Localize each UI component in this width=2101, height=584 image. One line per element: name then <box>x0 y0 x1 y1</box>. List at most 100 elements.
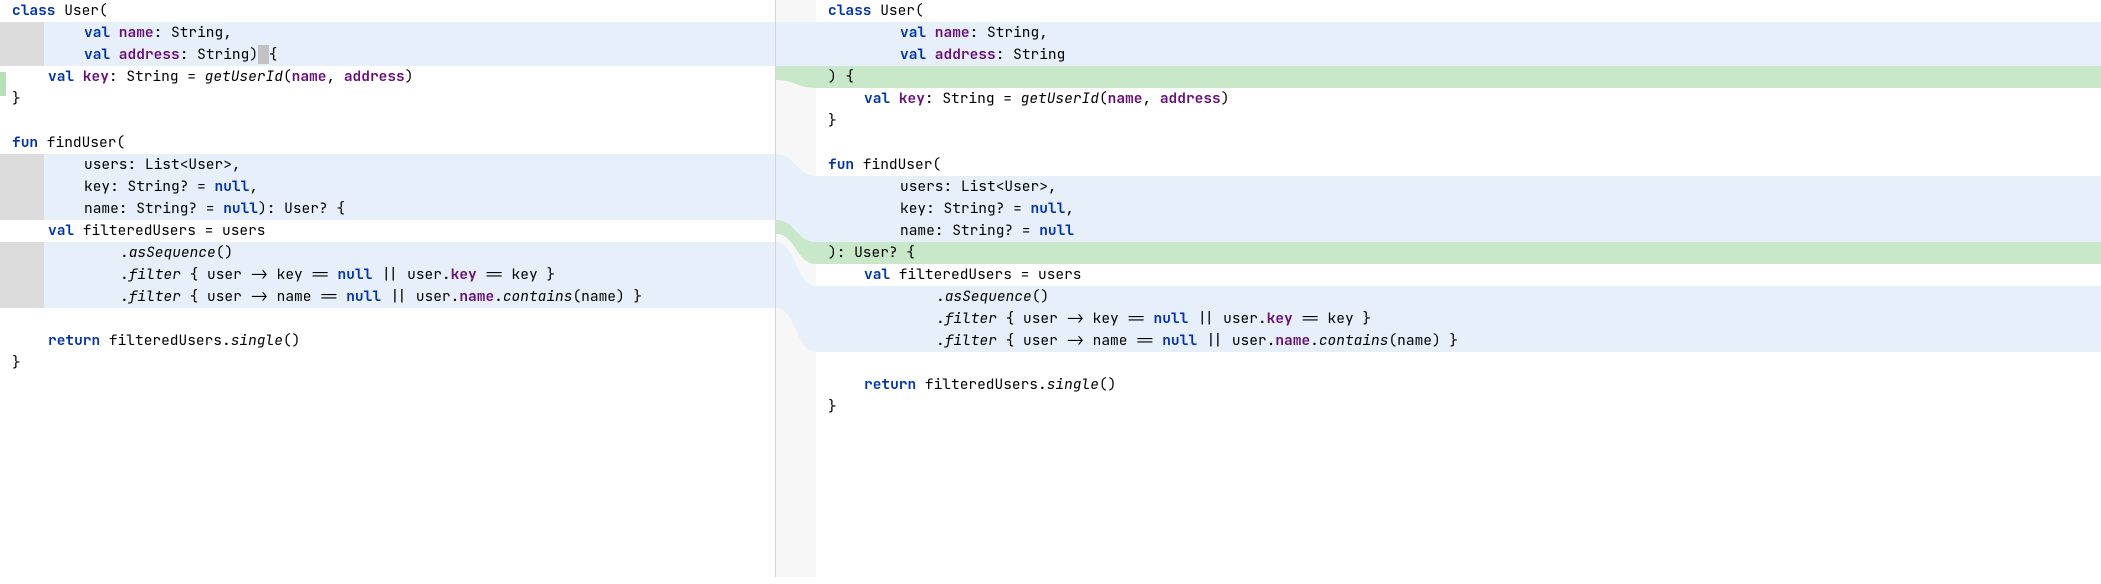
code-area-right[interactable]: class User(val name: String,val address:… <box>816 0 2101 418</box>
kw-token: null <box>1154 309 1189 328</box>
code-line[interactable] <box>0 110 775 132</box>
line-content <box>824 353 828 372</box>
code-line[interactable]: val key: String = getUserId(name, addres… <box>816 88 2101 110</box>
code-line[interactable]: .filter { user -> key == null || user.ke… <box>816 308 2101 330</box>
kw-token: return <box>864 375 916 394</box>
punc-token: { <box>181 265 207 284</box>
code-line[interactable]: .asSequence() <box>816 286 2101 308</box>
punc-token: { <box>181 287 207 306</box>
fname-token: filter <box>945 331 997 350</box>
decl-token: address <box>1160 89 1221 108</box>
code-line[interactable]: val key: String = getUserId(name, addres… <box>0 66 775 88</box>
kw-token: val <box>48 221 74 240</box>
line-content: val key: String = getUserId(name, addres… <box>8 67 413 86</box>
code-line[interactable]: class User( <box>816 0 2101 22</box>
kw-token: val <box>864 265 890 284</box>
code-line[interactable]: .filter { user -> name == null || user.n… <box>0 286 775 308</box>
kw-token: null <box>1162 331 1197 350</box>
kw-token: class <box>828 1 872 20</box>
diff-right-pane[interactable]: class User(val name: String,val address:… <box>816 0 2101 577</box>
decl-token: name <box>110 23 154 42</box>
kw-token: val <box>84 23 110 42</box>
punc-token: } <box>12 89 21 108</box>
line-content: ) { <box>824 67 854 86</box>
line-content: } <box>8 89 21 108</box>
code-line[interactable]: key: String? = null, <box>0 176 775 198</box>
code-line[interactable]: } <box>0 352 775 374</box>
code-line[interactable]: val address: String) { <box>0 44 775 66</box>
code-line[interactable]: .filter { user -> name == null || user.n… <box>816 330 2101 352</box>
code-line[interactable]: } <box>816 110 2101 132</box>
code-line[interactable]: return filteredUsers.single() <box>0 330 775 352</box>
ident-token: user -> name == <box>207 287 346 306</box>
code-line[interactable]: users: List<User>, <box>0 154 775 176</box>
punc-token: ( <box>1099 89 1108 108</box>
diff-connector <box>776 0 816 577</box>
code-line[interactable]: users: List<User>, <box>816 176 2101 198</box>
punc-token: () <box>1099 375 1116 394</box>
code-line[interactable] <box>816 132 2101 154</box>
kw-token: null <box>338 265 373 284</box>
kw-token: class <box>12 1 56 20</box>
code-line[interactable]: val name: String, <box>0 22 775 44</box>
code-line[interactable] <box>0 308 775 330</box>
decl-token: key <box>74 67 109 86</box>
line-content: return filteredUsers.single() <box>824 375 1116 394</box>
line-content: name: String? = null): User? { <box>8 199 345 218</box>
punc-token: . <box>1310 331 1319 350</box>
code-line[interactable]: key: String? = null, <box>816 198 2101 220</box>
line-content: } <box>8 353 21 372</box>
punc-token: : String, <box>970 23 1048 42</box>
code-line[interactable]: name: String? = null): User? { <box>0 198 775 220</box>
code-line[interactable]: val address: String <box>816 44 2101 66</box>
kw-token: null <box>215 177 250 196</box>
diff-splitter[interactable] <box>776 0 816 577</box>
code-line[interactable]: fun findUser( <box>0 132 775 154</box>
line-content: } <box>824 111 837 130</box>
punc-token: } <box>12 353 21 372</box>
code-line[interactable]: .filter { user -> key == null || user.ke… <box>0 264 775 286</box>
ident-token: findUser( <box>38 133 125 152</box>
code-line[interactable] <box>816 352 2101 374</box>
punc-token: : String <box>996 45 1066 64</box>
code-line[interactable]: ) { <box>816 66 2101 88</box>
punc-token: } <box>828 397 837 416</box>
ident-token: key: String? = <box>900 199 1031 218</box>
line-content: .asSequence() <box>824 287 1049 306</box>
punc-token: , <box>1065 199 1074 218</box>
code-line[interactable]: val name: String, <box>816 22 2101 44</box>
decl-token: name <box>292 67 327 86</box>
line-content: .filter { user -> key == null || user.ke… <box>824 309 1371 328</box>
code-line[interactable]: return filteredUsers.single() <box>816 374 2101 396</box>
code-line[interactable]: } <box>816 396 2101 418</box>
punc-token: { <box>269 45 278 64</box>
punc-token: ) { <box>828 67 854 86</box>
ident-token: || user. <box>381 287 459 306</box>
code-line[interactable]: .asSequence() <box>0 242 775 264</box>
code-line[interactable]: class User( <box>0 0 775 22</box>
punc-token: } <box>828 111 837 130</box>
code-line[interactable]: fun findUser( <box>816 154 2101 176</box>
code-line[interactable]: name: String? = null <box>816 220 2101 242</box>
ident-token: || user. <box>372 265 450 284</box>
ident-token: User( <box>872 1 924 20</box>
code-line[interactable]: val filteredUsers = users <box>816 264 2101 286</box>
ident-token: filteredUsers = users <box>890 265 1081 284</box>
kw-token: val <box>900 45 926 64</box>
code-line[interactable]: val filteredUsers = users <box>0 220 775 242</box>
fname-token: getUserId <box>1021 89 1099 108</box>
fname-token: contains <box>1319 331 1389 350</box>
kw-token: fun <box>828 155 854 174</box>
fname-token: single <box>231 331 283 350</box>
diff-left-pane[interactable]: class User(val name: String,val address:… <box>0 0 776 577</box>
insertion-marker-icon <box>0 72 6 96</box>
decl-token: address <box>344 67 405 86</box>
code-line[interactable]: ): User? { <box>816 242 2101 264</box>
code-area-left[interactable]: class User(val name: String,val address:… <box>0 0 775 374</box>
line-content: val name: String, <box>824 23 1048 42</box>
punc-token: . <box>494 287 503 306</box>
code-line[interactable]: } <box>0 88 775 110</box>
decl-token: name <box>1275 331 1310 350</box>
ident-token: filteredUsers. <box>100 331 231 350</box>
ident-token: users: List<User>, <box>84 155 241 174</box>
